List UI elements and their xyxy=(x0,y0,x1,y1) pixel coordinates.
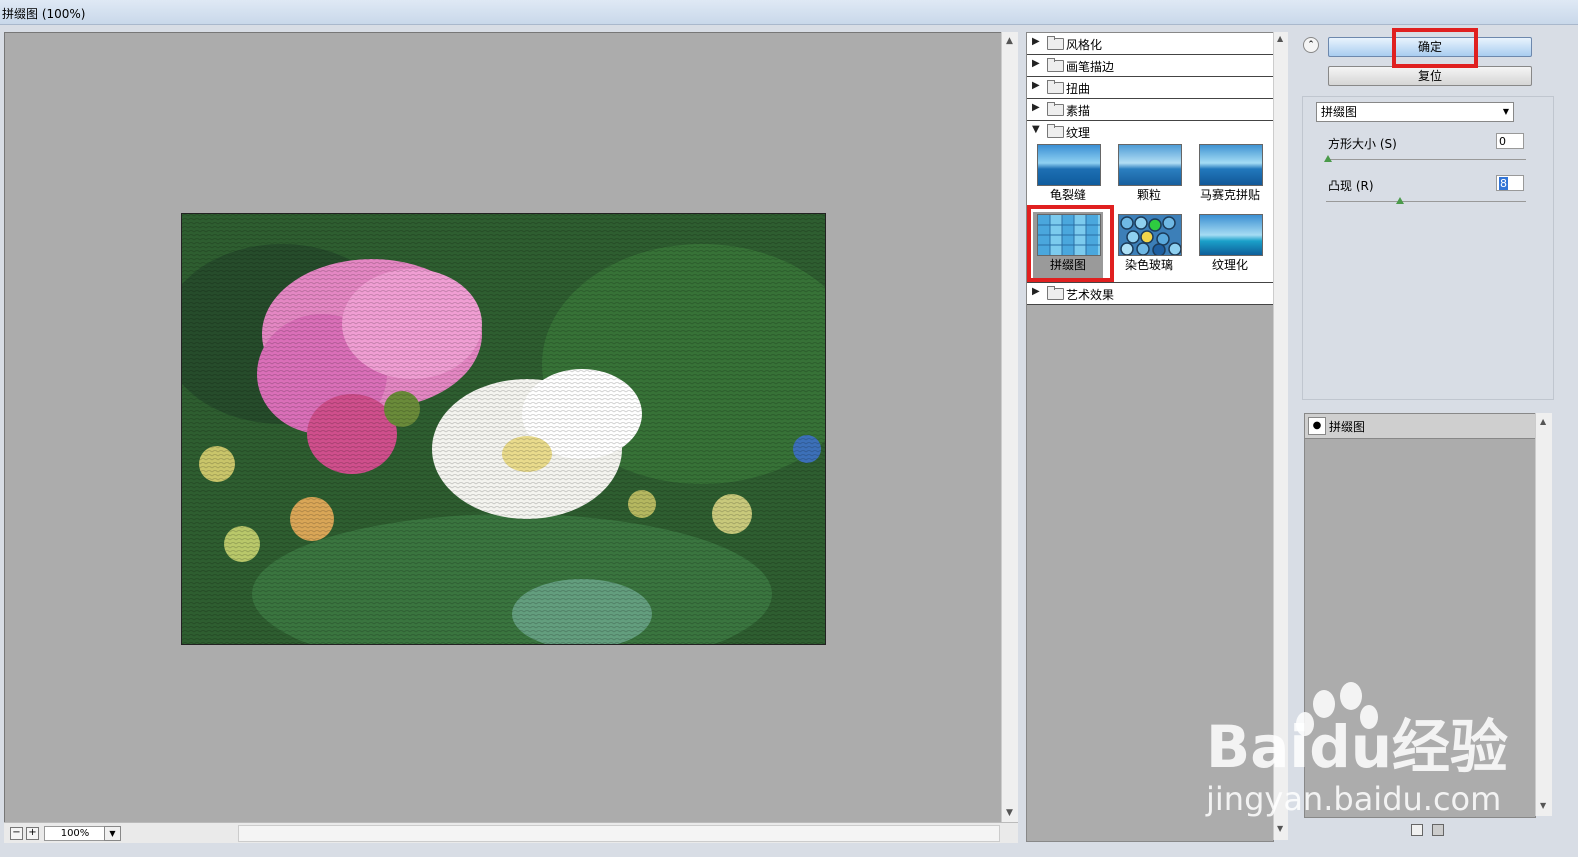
relief-slider-track[interactable] xyxy=(1326,201,1526,202)
category-label: 风格化 xyxy=(1066,38,1103,52)
preview-vertical-scrollbar[interactable]: ▲ ▼ xyxy=(1001,32,1018,822)
watermark-url: jingyan.baidu.com xyxy=(1206,780,1502,818)
filter-select-value: 拼缀图 xyxy=(1321,105,1358,119)
zoom-in-button[interactable]: + xyxy=(26,827,39,840)
zoom-field[interactable]: 100% xyxy=(44,826,106,841)
preview-image xyxy=(181,213,826,645)
stained-glass-cells xyxy=(1120,216,1182,257)
thumb-label: 纹理化 xyxy=(1211,258,1248,272)
square-size-input[interactable]: 0 xyxy=(1496,133,1524,149)
thumb-label: 颗粒 xyxy=(1136,188,1161,202)
scroll-up-icon[interactable]: ▲ xyxy=(1006,36,1013,46)
expand-arrow-icon[interactable]: ▶ xyxy=(1032,80,1040,91)
thumb-image xyxy=(1199,214,1263,256)
filter-thumb-craquelure[interactable]: 龟裂缝 xyxy=(1033,142,1103,208)
layers-scrollbar[interactable]: ▲ ▼ xyxy=(1535,413,1552,816)
category-sketch[interactable]: ▶ 素描 xyxy=(1027,99,1273,121)
relief-value: 8 xyxy=(1499,177,1508,190)
collapse-arrow-icon[interactable]: ▼ xyxy=(1032,124,1040,135)
folder-icon xyxy=(1047,286,1064,300)
square-size-slider-track[interactable] xyxy=(1326,159,1526,160)
expand-arrow-icon[interactable]: ▶ xyxy=(1032,36,1040,47)
square-size-slider-knob[interactable] xyxy=(1324,155,1332,162)
highlight-box-ok xyxy=(1392,28,1478,68)
thumb-image xyxy=(1118,214,1182,257)
preview-horizontal-scrollbar[interactable] xyxy=(238,825,1000,842)
thumb-image xyxy=(1199,144,1263,186)
collapse-panel-icon[interactable]: ⌃ xyxy=(1303,37,1319,53)
title-bar: 拼缀图 (100%) xyxy=(0,0,1578,25)
expand-arrow-icon[interactable]: ▶ xyxy=(1032,58,1040,69)
scroll-down-icon[interactable]: ▼ xyxy=(1277,824,1283,833)
thumb-label: 龟裂缝 xyxy=(1049,188,1086,202)
thumb-image xyxy=(1037,144,1101,186)
category-label: 素描 xyxy=(1066,104,1091,118)
zoom-dropdown-icon[interactable]: ▼ xyxy=(104,826,121,841)
category-stylize[interactable]: ▶ 风格化 xyxy=(1027,33,1273,55)
category-label: 画笔描边 xyxy=(1066,60,1115,74)
scroll-down-icon[interactable]: ▼ xyxy=(1006,808,1013,818)
expand-arrow-icon[interactable]: ▶ xyxy=(1032,102,1040,113)
window-title: 拼缀图 (100%) xyxy=(2,7,86,21)
category-brush-strokes[interactable]: ▶ 画笔描边 xyxy=(1027,55,1273,77)
folder-icon xyxy=(1047,80,1064,94)
category-label: 纹理 xyxy=(1066,126,1091,140)
filter-thumb-grain[interactable]: 颗粒 xyxy=(1114,142,1184,208)
category-distort[interactable]: ▶ 扭曲 xyxy=(1027,77,1273,99)
square-size-label: 方形大小 (S) xyxy=(1328,137,1397,151)
new-effect-layer-icon[interactable] xyxy=(1411,824,1423,836)
thumb-label: 马赛克拼贴 xyxy=(1199,188,1260,202)
watermark-brand: Baidu经验 xyxy=(1206,713,1509,781)
folder-icon xyxy=(1047,102,1064,116)
delete-effect-layer-icon[interactable] xyxy=(1432,824,1444,836)
flower-photo xyxy=(182,214,825,644)
eye-icon[interactable]: ● xyxy=(1308,417,1326,435)
filter-thumb-texturizer[interactable]: 纹理化 xyxy=(1195,212,1265,278)
scroll-up-icon[interactable]: ▲ xyxy=(1540,417,1546,426)
expand-arrow-icon[interactable]: ▶ xyxy=(1032,286,1040,297)
square-size-value: 0 xyxy=(1499,135,1506,148)
category-label: 艺术效果 xyxy=(1066,288,1115,302)
preview-bottom-bar: − + 100% ▼ xyxy=(4,822,1018,843)
reset-button[interactable]: 复位 xyxy=(1328,66,1532,86)
filter-thumb-stained-glass[interactable]: 染色玻璃 xyxy=(1114,212,1184,278)
relief-input[interactable]: 8 xyxy=(1496,175,1524,191)
category-label: 扭曲 xyxy=(1066,82,1091,96)
filter-select[interactable]: 拼缀图 ▼ xyxy=(1316,102,1514,122)
folder-icon xyxy=(1047,36,1064,50)
preview-canvas[interactable] xyxy=(4,32,1002,824)
thumb-image xyxy=(1118,144,1182,186)
relief-label: 凸现 (R) xyxy=(1328,179,1374,193)
effect-layer-row[interactable]: ● 拼缀图 xyxy=(1305,414,1535,439)
folder-open-icon xyxy=(1047,124,1064,138)
highlight-box-patchwork xyxy=(1027,205,1114,282)
scroll-down-icon[interactable]: ▼ xyxy=(1540,801,1546,810)
folder-icon xyxy=(1047,58,1064,72)
thumb-label: 染色玻璃 xyxy=(1124,258,1173,272)
category-texture[interactable]: ▼ 纹理 xyxy=(1027,121,1273,142)
filter-thumb-mosaic-tiles[interactable]: 马赛克拼贴 xyxy=(1195,142,1265,208)
category-artistic[interactable]: ▶ 艺术效果 xyxy=(1027,283,1273,305)
scroll-up-icon[interactable]: ▲ xyxy=(1277,34,1283,43)
chevron-down-icon[interactable]: ▼ xyxy=(1503,103,1509,121)
relief-slider-knob[interactable] xyxy=(1396,197,1404,204)
effect-layer-name: 拼缀图 xyxy=(1329,420,1366,434)
zoom-out-button[interactable]: − xyxy=(10,827,23,840)
